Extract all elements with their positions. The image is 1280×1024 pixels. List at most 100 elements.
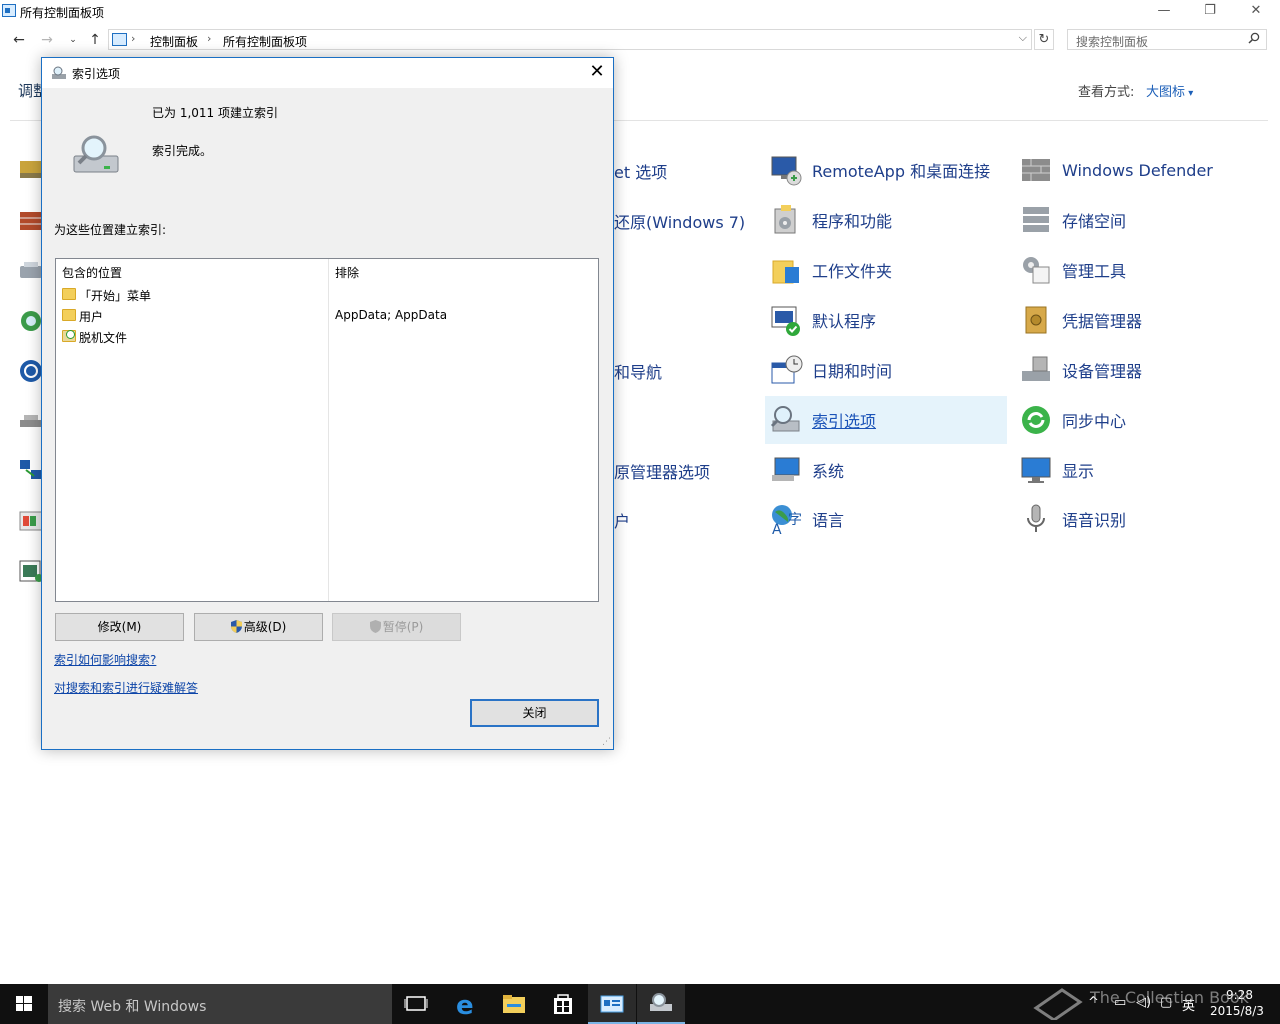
minimize-button[interactable]: — bbox=[1141, 0, 1187, 24]
back-arrow-icon[interactable]: ← bbox=[8, 28, 30, 52]
taskbar-indexing-options[interactable] bbox=[637, 984, 685, 1024]
folder-icon bbox=[62, 288, 76, 300]
cp-item-date-time[interactable]: 日期和时间 bbox=[765, 346, 1007, 394]
column-divider[interactable] bbox=[328, 259, 329, 601]
dialog-titlebar[interactable]: 索引选项 ✕ bbox=[42, 58, 613, 88]
indexing-small-icon bbox=[52, 66, 66, 79]
sync-center-icon bbox=[1022, 406, 1050, 434]
edge-browser-icon: e bbox=[456, 991, 474, 1021]
address-dropdown-icon[interactable]: ⌵ bbox=[1019, 31, 1027, 45]
recent-locations-chevron-icon[interactable]: ⌄ bbox=[62, 28, 84, 52]
taskbar-search-input[interactable]: 搜索 Web 和 Windows bbox=[48, 984, 392, 1024]
task-view-button[interactable] bbox=[392, 984, 440, 1024]
address-field[interactable]: › 控制面板 › 所有控制面板项 ⌵ bbox=[108, 29, 1032, 50]
column-header-excluded[interactable]: 排除 bbox=[335, 264, 359, 281]
backup-restore-link[interactable]: 还原(Windows 7) bbox=[614, 209, 745, 233]
address-bar: ← → ⌄ ↑ › 控制面板 › 所有控制面板项 ⌵ ↻ 搜索控制面板 bbox=[0, 28, 1280, 52]
search-placeholder: 搜索控制面板 bbox=[1076, 35, 1149, 49]
cp-item-speech-recognition[interactable]: 语音识别 bbox=[1015, 495, 1265, 543]
cp-item-system[interactable]: 系统 bbox=[765, 446, 1007, 494]
dialog-close-icon[interactable]: ✕ bbox=[581, 58, 613, 88]
cp-item-device-manager[interactable]: 设备管理器 bbox=[1015, 346, 1265, 394]
cp-item-label: 日期和时间 bbox=[812, 362, 893, 381]
file-explorer-options-link[interactable]: 原管理器选项 bbox=[614, 459, 710, 483]
defender-wall-icon bbox=[1022, 159, 1050, 181]
cp-item-label: 同步中心 bbox=[1062, 412, 1127, 431]
credential-safe-icon bbox=[1025, 306, 1047, 334]
modify-button-label: 修改(M) bbox=[97, 620, 142, 634]
window-titlebar: 所有控制面板项 — ❐ ✕ bbox=[0, 0, 1280, 24]
pause-button[interactable]: 暂停(P) bbox=[332, 613, 461, 641]
work-folders-icon bbox=[772, 260, 799, 284]
cp-item-label: 显示 bbox=[1062, 462, 1095, 481]
troubleshoot-search-link[interactable]: 对搜索和索引进行疑难解答 bbox=[54, 679, 198, 696]
cp-item-indexing-options[interactable]: 索引选项 bbox=[765, 396, 1007, 444]
pause-button-label: 暂停(P) bbox=[382, 620, 424, 634]
cp-item-label: 语音识别 bbox=[1062, 511, 1127, 530]
close-button-label: 关闭 bbox=[522, 706, 547, 720]
breadcrumb-separator-icon[interactable]: › bbox=[131, 32, 135, 45]
taskbar-control-panel[interactable] bbox=[588, 984, 636, 1024]
up-arrow-icon[interactable]: ↑ bbox=[84, 28, 106, 52]
cp-item-work-folders[interactable]: 工作文件夹 bbox=[765, 246, 1007, 294]
cp-item-admin-tools[interactable]: 管理工具 bbox=[1015, 246, 1265, 294]
taskbar: 搜索 Web 和 Windows e ^ ▭ ◁) ▢ 英 9:28 2015/… bbox=[0, 984, 1280, 1024]
location-name: 「开始」菜单 bbox=[79, 289, 152, 303]
uac-shield-disabled-icon bbox=[369, 620, 381, 633]
cp-item-windows-defender[interactable]: Windows Defender bbox=[1015, 146, 1265, 194]
cp-item-display[interactable]: 显示 bbox=[1015, 446, 1265, 494]
resize-grip-icon[interactable]: ⋰ bbox=[602, 737, 611, 747]
indexing-status-text: 索引完成。 bbox=[152, 144, 213, 158]
taskbar-edge[interactable]: e bbox=[442, 984, 490, 1024]
taskbar-navigation-link[interactable]: 和导航 bbox=[614, 359, 662, 383]
cp-item-label: 管理工具 bbox=[1062, 262, 1127, 281]
book-watermark-icon bbox=[1033, 988, 1083, 1020]
taskbar-file-explorer[interactable] bbox=[490, 984, 538, 1024]
how-indexing-affects-search-link[interactable]: 索引如何影响搜索? bbox=[54, 651, 156, 668]
search-control-panel-input[interactable]: 搜索控制面板 bbox=[1067, 29, 1267, 50]
cp-item-default-programs[interactable]: 默认程序 bbox=[765, 296, 1007, 344]
taskbar-store[interactable] bbox=[539, 984, 587, 1024]
control-panel-icon bbox=[2, 4, 16, 17]
column-header-included[interactable]: 包含的位置 bbox=[62, 264, 122, 281]
modify-button[interactable]: 修改(M) bbox=[55, 613, 184, 641]
user-accounts-link[interactable]: 户 bbox=[614, 508, 630, 532]
search-icon[interactable] bbox=[1248, 32, 1260, 44]
close-button[interactable]: 关闭 bbox=[470, 699, 599, 727]
forward-arrow-icon[interactable]: → bbox=[36, 28, 58, 52]
cp-item-language[interactable]: 字A 语言 bbox=[765, 495, 1007, 543]
restore-button[interactable]: ❐ bbox=[1187, 0, 1233, 24]
breadcrumb-separator-icon[interactable]: › bbox=[207, 32, 211, 45]
start-button[interactable] bbox=[0, 984, 48, 1024]
store-bag-icon bbox=[554, 994, 572, 1014]
programs-features-icon bbox=[774, 205, 796, 234]
internet-options-link[interactable]: et 选项 bbox=[614, 159, 667, 183]
cp-item-label: 设备管理器 bbox=[1062, 362, 1143, 381]
refresh-icon[interactable]: ↻ bbox=[1034, 29, 1054, 50]
file-explorer-icon bbox=[503, 995, 525, 1013]
locations-caption: 为这些位置建立索引: bbox=[54, 223, 167, 237]
breadcrumb-control-panel[interactable]: 控制面板 bbox=[150, 33, 198, 50]
dialog-title: 索引选项 bbox=[72, 67, 121, 81]
storage-spaces-icon bbox=[1023, 207, 1049, 232]
cp-item-programs-features[interactable]: 程序和功能 bbox=[765, 196, 1007, 244]
system-computer-icon bbox=[772, 457, 800, 481]
task-view-icon bbox=[404, 996, 428, 1011]
cp-item-remoteapp[interactable]: RemoteApp 和桌面连接 bbox=[765, 146, 1007, 194]
indexed-locations-list[interactable]: 包含的位置 排除 「开始」菜单 用户 AppData; AppData 脱机文件 bbox=[55, 258, 599, 602]
device-manager-icon bbox=[1022, 356, 1050, 381]
cp-item-label: 索引选项 bbox=[812, 412, 877, 431]
advanced-button[interactable]: 高级(D) bbox=[194, 613, 323, 641]
cp-item-label: 系统 bbox=[812, 462, 845, 481]
view-by-dropdown[interactable]: 大图标 bbox=[1146, 81, 1193, 100]
display-monitor-icon bbox=[1021, 457, 1051, 483]
cp-item-label: 默认程序 bbox=[812, 312, 877, 331]
cp-item-sync-center[interactable]: 同步中心 bbox=[1015, 396, 1265, 444]
indexing-options-dialog: 索引选项 ✕ 已为 1,011 项建立索引 索引完成。 为这些位置建立索引: 包… bbox=[41, 57, 614, 750]
view-by-label: 查看方式: bbox=[1078, 85, 1135, 100]
close-window-button[interactable]: ✕ bbox=[1233, 0, 1279, 24]
default-programs-icon bbox=[771, 306, 800, 336]
cp-item-storage-spaces[interactable]: 存储空间 bbox=[1015, 196, 1265, 244]
cp-item-credential-manager[interactable]: 凭据管理器 bbox=[1015, 296, 1265, 344]
breadcrumb-all-items[interactable]: 所有控制面板项 bbox=[223, 33, 307, 50]
